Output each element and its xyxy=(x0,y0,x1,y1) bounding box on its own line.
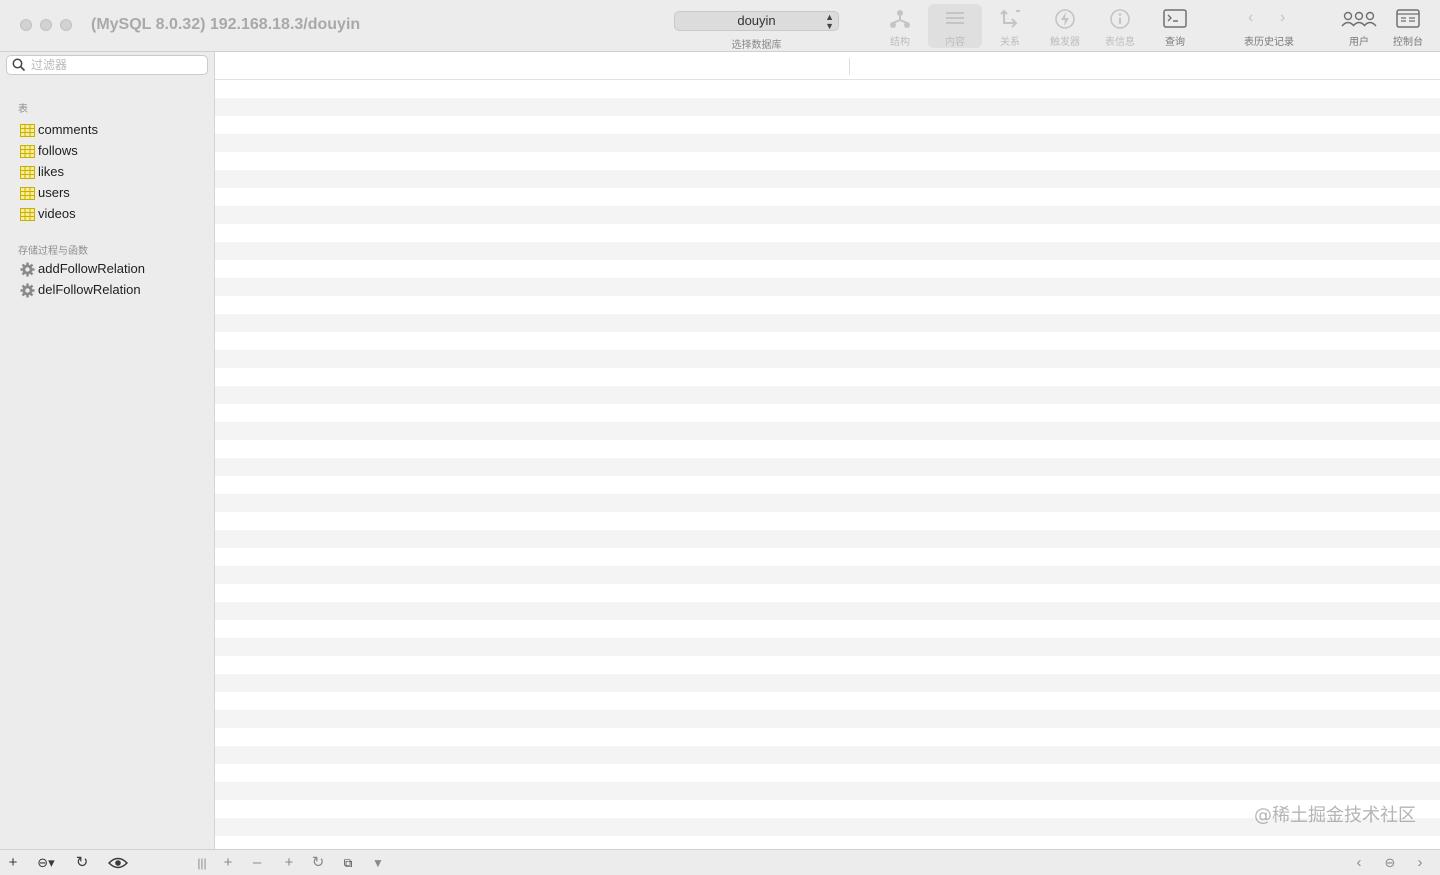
console-label: 控制台 xyxy=(1393,37,1423,48)
tables-section-title: 表 xyxy=(18,104,28,115)
sidebar: 表 comments follows likes xyxy=(0,52,215,849)
history-forward-icon[interactable]: › xyxy=(1280,9,1285,27)
table-history-label: 表历史记录 xyxy=(1244,37,1294,48)
refresh-rows-button[interactable]: ↻ xyxy=(309,854,327,872)
console-button[interactable]: 控制台 xyxy=(1381,4,1435,48)
window-controls xyxy=(20,19,72,31)
users-label: 用户 xyxy=(1349,37,1369,48)
previous-page-button[interactable]: ‹ xyxy=(1350,854,1368,872)
refresh-icon: ↻ xyxy=(311,854,325,871)
more-icon: ⊖▾ xyxy=(37,855,55,870)
content-label: 内容 xyxy=(945,37,965,48)
delete-row-button[interactable]: – xyxy=(249,854,265,872)
table-content-area[interactable]: @稀土掘金技术社区 xyxy=(215,52,1440,849)
database-select-value: douyin xyxy=(737,13,776,28)
sidebar-routine-addfollowrelation[interactable]: addFollowRelation xyxy=(20,259,145,279)
toggle-visibility-button[interactable] xyxy=(106,854,130,872)
bottom-bar: + ⊖▾ ↻ ||| + – + ↻ ⧉ ▼ ‹ ⊖ › xyxy=(0,849,1440,875)
relations-icon xyxy=(1000,9,1020,28)
content-icon xyxy=(946,12,964,24)
content-button[interactable]: 内容 xyxy=(928,4,982,48)
table-info-label: 表信息 xyxy=(1105,37,1135,48)
add-row-button[interactable]: + xyxy=(220,854,236,872)
query-label: 查询 xyxy=(1165,37,1185,48)
sidebar-table-comments[interactable]: comments xyxy=(20,120,98,140)
sidebar-table-users[interactable]: users xyxy=(20,183,70,203)
database-select[interactable]: douyin ▲ ▼ xyxy=(674,11,839,31)
table-history-control: ‹ › 表历史记录 xyxy=(1234,4,1304,48)
next-page-button[interactable]: › xyxy=(1411,854,1429,872)
filter-field[interactable] xyxy=(6,55,208,75)
query-button[interactable]: 查询 xyxy=(1148,4,1202,48)
duplicate-row-button[interactable]: + xyxy=(280,854,298,872)
search-icon xyxy=(12,58,26,72)
sidebar-table-label: comments xyxy=(38,122,98,137)
triggers-icon xyxy=(1055,9,1075,29)
window-title: (MySQL 8.0.32) 192.168.18.3/douyin xyxy=(91,16,361,33)
table-rows xyxy=(215,80,1440,849)
app-window: (MySQL 8.0.32) 192.168.18.3/douyin douyi… xyxy=(0,0,1440,875)
link-button[interactable]: ⧉ xyxy=(340,854,356,872)
relations-button[interactable]: 关系 xyxy=(983,4,1037,48)
sidebar-table-label: users xyxy=(38,185,70,200)
routines-section-title: 存储过程与函数 xyxy=(18,246,88,257)
chevron-left-icon: ‹ xyxy=(1356,854,1362,871)
title-bar: (MySQL 8.0.32) 192.168.18.3/douyin douyi… xyxy=(0,0,1440,52)
table-actions-menu[interactable]: ⊖▾ xyxy=(32,854,60,872)
add-table-button[interactable]: + xyxy=(5,854,21,872)
sidebar-routine-label: addFollowRelation xyxy=(38,261,145,276)
gear-icon xyxy=(20,283,35,297)
filter-input[interactable] xyxy=(31,57,201,73)
relations-label: 关系 xyxy=(1000,37,1020,48)
sidebar-routine-label: delFollowRelation xyxy=(38,282,141,297)
table-icon xyxy=(20,165,35,179)
sidebar-table-follows[interactable]: follows xyxy=(20,141,78,161)
users-button[interactable]: 用户 xyxy=(1332,4,1386,48)
users-icon xyxy=(1341,11,1377,27)
split-handle[interactable]: ||| xyxy=(196,854,208,872)
chevron-updown-icon: ▲ ▼ xyxy=(825,12,834,31)
zoom-window-button[interactable] xyxy=(60,19,72,31)
pagination-menu[interactable]: ⊖ xyxy=(1380,854,1400,872)
table-header-row xyxy=(215,52,1440,80)
sidebar-table-videos[interactable]: videos xyxy=(20,204,76,224)
structure-icon xyxy=(890,10,910,28)
sidebar-table-label: follows xyxy=(38,143,78,158)
history-back-icon[interactable]: ‹ xyxy=(1248,9,1253,27)
eye-icon xyxy=(107,857,129,869)
structure-button[interactable]: 结构 xyxy=(873,4,927,48)
sidebar-routine-delfollowrelation[interactable]: delFollowRelation xyxy=(20,280,141,300)
filter-rows-button[interactable]: ▼ xyxy=(370,854,386,872)
table-icon xyxy=(20,186,35,200)
refresh-icon: ↻ xyxy=(75,854,89,871)
close-window-button[interactable] xyxy=(20,19,32,31)
info-icon xyxy=(1110,9,1130,29)
database-select-caption: 选择数据库 xyxy=(731,40,782,51)
watermark: @稀土掘金技术社区 xyxy=(1254,805,1416,826)
table-info-button[interactable]: 表信息 xyxy=(1093,4,1147,48)
table-icon xyxy=(20,207,35,221)
minimize-window-button[interactable] xyxy=(40,19,52,31)
table-icon xyxy=(20,144,35,158)
triggers-button[interactable]: 触发器 xyxy=(1038,4,1092,48)
terminal-icon xyxy=(1163,9,1187,28)
table-icon xyxy=(20,123,35,137)
refresh-tables-button[interactable]: ↻ xyxy=(73,854,91,872)
link-icon: ⧉ xyxy=(343,856,353,870)
chevron-right-icon: › xyxy=(1417,854,1423,871)
sidebar-table-label: likes xyxy=(38,164,65,179)
sidebar-table-likes[interactable]: likes xyxy=(20,162,64,182)
structure-label: 结构 xyxy=(890,37,910,48)
more-icon: ⊖ xyxy=(1384,855,1396,870)
sidebar-table-label: videos xyxy=(38,206,76,221)
console-icon xyxy=(1396,9,1420,28)
funnel-icon: ▼ xyxy=(372,856,384,870)
triggers-label: 触发器 xyxy=(1050,37,1080,48)
column-separator[interactable] xyxy=(849,58,850,75)
gear-icon xyxy=(20,262,35,276)
